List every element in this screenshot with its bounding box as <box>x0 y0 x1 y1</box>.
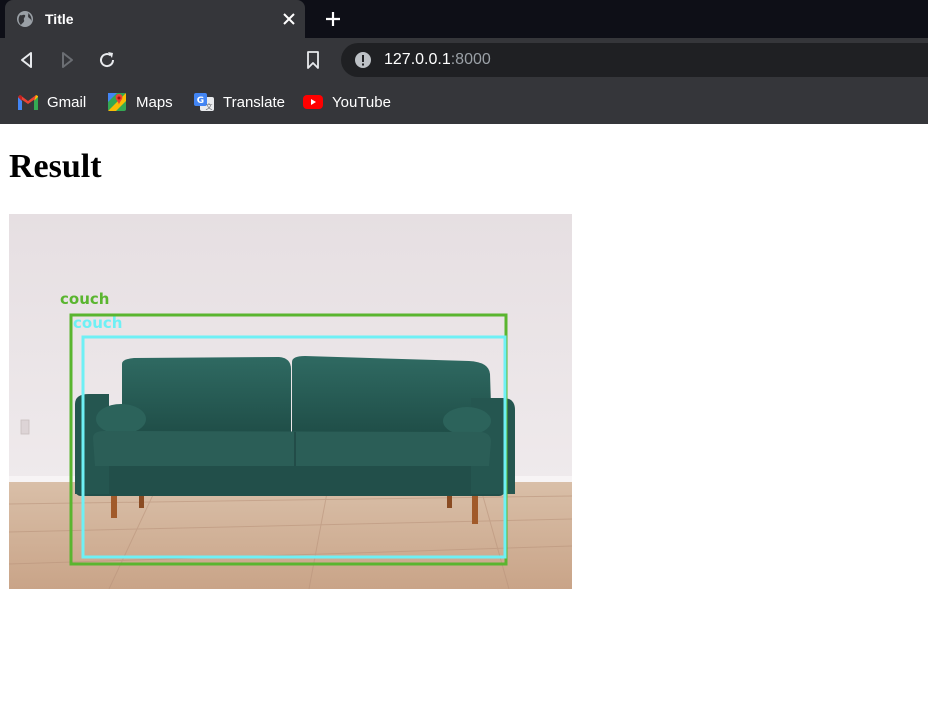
maps-icon <box>107 93 127 111</box>
bookmark-label: YouTube <box>332 93 391 111</box>
bookmark-label: Maps <box>136 93 173 111</box>
bookmark-label: Translate <box>223 93 285 111</box>
globe-icon <box>17 11 33 27</box>
page-title: Result <box>9 148 102 185</box>
translate-icon: G 文 <box>194 93 214 111</box>
result-image-svg: couch couch <box>9 214 572 589</box>
forward-button[interactable] <box>55 48 79 72</box>
reload-icon <box>100 52 115 68</box>
bookmark-button[interactable] <box>301 48 325 72</box>
tab-strip: Title <box>0 0 928 38</box>
close-icon[interactable] <box>278 8 300 30</box>
forward-arrow-icon <box>62 52 73 68</box>
reload-button[interactable] <box>95 48 119 72</box>
svg-text:文: 文 <box>206 102 213 111</box>
browser-toolbar: 127.0.0.1:8000 <box>0 38 928 82</box>
gmail-icon <box>18 93 38 111</box>
bookmark-youtube[interactable]: YouTube <box>303 91 391 113</box>
wooden-floor <box>9 482 572 589</box>
bookmark-icon <box>307 51 319 69</box>
bookmarks-bar: Gmail Maps G 文 Translate YouTube <box>0 82 928 124</box>
new-tab-button[interactable] <box>320 6 346 32</box>
address-url: 127.0.0.1:8000 <box>384 51 491 69</box>
detection-result-image: couch couch <box>9 214 572 589</box>
youtube-icon <box>303 93 323 111</box>
back-button[interactable] <box>15 48 39 72</box>
browser-tab[interactable]: Title <box>5 0 305 38</box>
detection-label: couch <box>73 314 122 332</box>
back-arrow-icon <box>21 52 32 68</box>
address-bar[interactable]: 127.0.0.1:8000 <box>341 43 928 77</box>
bookmark-translate[interactable]: G 文 Translate <box>194 91 285 113</box>
bookmark-label: Gmail <box>47 93 87 111</box>
tab-title: Title <box>45 11 74 27</box>
plus-icon <box>326 12 340 26</box>
bookmark-gmail[interactable]: Gmail <box>18 91 86 113</box>
info-icon[interactable] <box>354 51 372 69</box>
svg-text:G: G <box>197 96 204 106</box>
url-host: 127.0.0.1 <box>384 51 451 68</box>
detection-label: couch <box>60 290 109 308</box>
url-port: :8000 <box>450 51 491 68</box>
bookmark-maps[interactable]: Maps <box>107 91 173 113</box>
